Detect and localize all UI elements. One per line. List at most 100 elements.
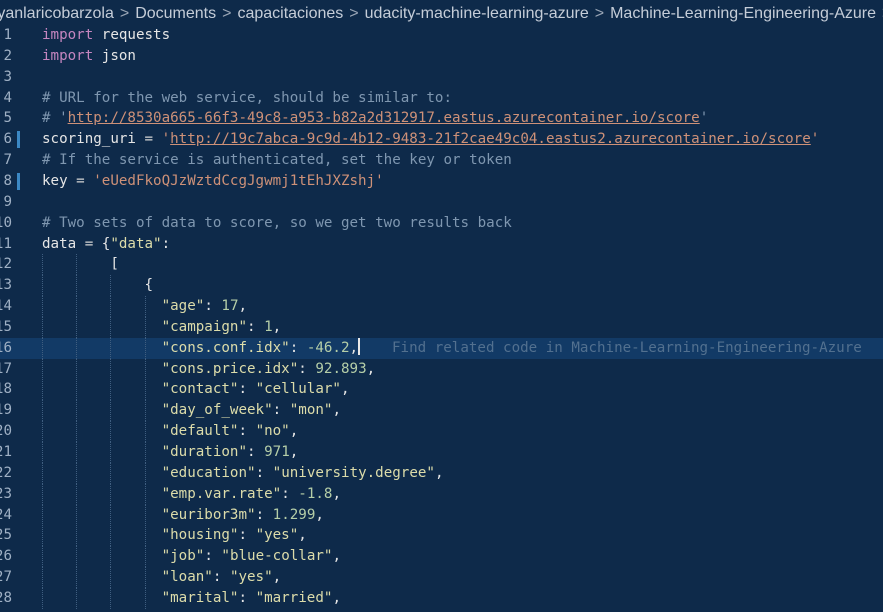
code-line[interactable]: 8 key = 'eUedFkoQJzWztdCcgJgwmj1tEhJXZshj… [0, 171, 883, 192]
code-token: -1.8 [298, 485, 333, 502]
code-token: : [212, 569, 230, 586]
code-editor[interactable]: 1 import requests 2 import json 3 4 # URL for … [0, 25, 883, 612]
code-line[interactable]: 13 { [0, 275, 883, 297]
code-line[interactable]: 25 "housing": "yes", [0, 525, 883, 547]
code-line[interactable]: 7 # If the service is authenticated, set … [0, 150, 883, 171]
code-token: "contact" [161, 381, 239, 398]
breadcrumb-separator-icon: > [594, 5, 605, 22]
breadcrumb-item[interactable]: capacitaciones [237, 5, 343, 22]
code-line[interactable]: 24 "euribor3m": 1.299, [0, 504, 883, 526]
code-line[interactable]: 10 # Two sets of data to score, so we get… [0, 213, 883, 234]
code-token: , [315, 506, 324, 523]
codelens-hint[interactable]: Find related code in Machine-Learning-En… [392, 338, 862, 359]
code-line[interactable]: 20 "default": "no", [0, 421, 883, 443]
breadcrumb-path: ryanlaricobarzola > Documents > capacitacion… [0, 0, 883, 28]
code-token: = [76, 235, 102, 252]
code-text: data = {"data": [42, 234, 170, 255]
code-line[interactable]: 6 scoring_uri = 'http://19c7abca-9c9d-4b1… [0, 129, 883, 150]
code-text: "contact": "cellular", [42, 379, 350, 400]
code-line[interactable]: 18 "contact": "cellular", [0, 379, 883, 401]
code-token: "mon" [289, 402, 333, 419]
code-line[interactable]: 15 "campaign": 1, [0, 316, 883, 338]
code-line[interactable]: 1 import requests [0, 25, 883, 46]
code-token: : [255, 506, 273, 523]
code-text: key = 'eUedFkoQJzWztdCcgJgwmj1tEhJXZshj' [42, 171, 384, 192]
breadcrumb-item[interactable]: Machine-Learning-Engineering-Azure [610, 5, 876, 22]
line-number: 1 [3, 27, 12, 43]
code-token: ' [810, 131, 820, 148]
breadcrumb-item[interactable]: Documents [135, 5, 216, 22]
code-line[interactable]: 5 # 'http://8530a665-66f3-49c8-a953-b82a2… [0, 108, 883, 129]
breadcrumb-item[interactable]: udacity-machine-learning-azure [365, 5, 589, 22]
code-token: data [42, 235, 77, 252]
code-text: import json [42, 46, 136, 67]
code-token: requests [93, 27, 171, 43]
code-token: { [42, 277, 154, 294]
code-token: : [247, 318, 265, 335]
text-cursor [358, 337, 361, 355]
code-token: "data" [110, 235, 162, 252]
code-line[interactable]: 16 "cons.conf.idx": -46.2, Find related c… [0, 337, 883, 359]
code-line[interactable]: 27 "loan": "yes", [0, 567, 883, 589]
code-line[interactable]: 19 "day_of_week": "mon", [0, 400, 883, 422]
code-line[interactable]: 14 "age": 17, [0, 296, 883, 318]
code-token: "cons.conf.idx" [161, 339, 290, 356]
code-token: # If the service is authenticated, set t… [42, 152, 512, 169]
code-line[interactable]: 11 data = {"data": [0, 234, 883, 255]
code-line[interactable]: 23 "emp.var.rate": -1.8, [0, 483, 883, 505]
code-text: "loan": "yes", [42, 567, 282, 588]
code-line[interactable]: 4 # URL for the web service, should be si… [0, 88, 883, 109]
code-text: # Two sets of data to score, so we get t… [42, 213, 512, 234]
code-token: # Two sets of data to score, so we get t… [42, 214, 512, 231]
line-number: 25 [0, 527, 12, 544]
code-text: "age": 17, [42, 296, 247, 317]
code-token: 1 [264, 318, 273, 335]
code-token: "cellular" [255, 381, 341, 398]
code-text: { [42, 275, 153, 296]
code-token: , [332, 485, 341, 502]
code-line[interactable]: 28 "marital": "married", [0, 587, 883, 609]
code-line[interactable]: 21 "duration": 971, [0, 442, 883, 463]
code-text: "housing": "yes", [42, 525, 307, 546]
code-token: json [93, 47, 136, 64]
code-line[interactable]: 26 "job": "blue-collar", [0, 546, 883, 568]
code-text: "marital": "married", [42, 588, 341, 609]
code-token: , [238, 298, 248, 315]
line-number: 24 [0, 506, 12, 523]
code-token: : [281, 485, 299, 502]
code-line[interactable]: 9 [0, 192, 883, 213]
code-text: # 'http://8530a665-66f3-49c8-a953-b82a2d… [42, 108, 708, 129]
code-token: = [135, 131, 162, 148]
breadcrumb-item[interactable]: ryanlaricobarzola [0, 5, 114, 22]
code-token: http://8530a665-66f3-49c8-a953-b82a2d312… [67, 110, 700, 127]
breadcrumb-separator-icon: > [119, 5, 130, 22]
code-line[interactable]: 17 "cons.price.idx": 92.893, [0, 358, 883, 380]
modified-line-indicator [17, 131, 20, 149]
code-line[interactable]: 12 [ [0, 254, 883, 276]
code-token: 'eUedFkoQJzWztdCcgJgwmj1tEhJXZshj' [93, 172, 384, 189]
code-line[interactable]: 2 import json [0, 46, 883, 67]
code-token: : [298, 360, 316, 377]
breadcrumb: ryanlaricobarzola > Documents > capacitacion… [0, 0, 883, 28]
line-number: 23 [0, 485, 12, 502]
code-token: , [272, 318, 282, 335]
code-token: 971 [264, 444, 290, 460]
code-text: # If the service is authenticated, set t… [42, 150, 512, 171]
code-token: , [289, 423, 299, 440]
code-token: "euribor3m" [161, 506, 256, 523]
code-text: # URL for the web service, should be sim… [42, 88, 452, 109]
code-line[interactable]: 22 "education": "university.degree", [0, 462, 883, 484]
code-token: "day_of_week" [161, 402, 273, 419]
code-token: import [42, 27, 94, 43]
breadcrumb-separator-icon: > [222, 5, 232, 22]
code-line[interactable]: 3 [0, 67, 883, 88]
code-text: import requests [42, 25, 170, 46]
